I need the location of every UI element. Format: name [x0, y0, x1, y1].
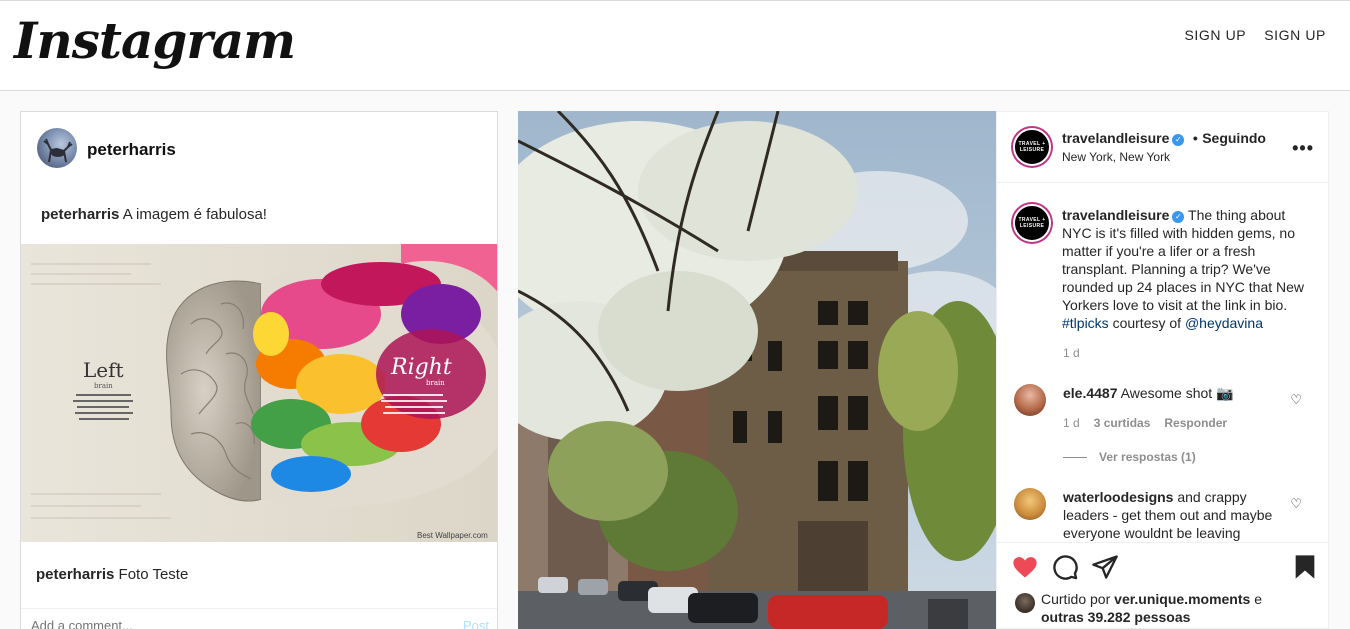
caption-author[interactable]: travelandleisure	[1062, 207, 1169, 223]
like-heart-icon[interactable]	[1011, 553, 1039, 581]
mention-link[interactable]: @heydavina	[1185, 315, 1263, 331]
sign-up-link-2[interactable]: SIGN UP	[1264, 27, 1326, 43]
wallpaper-watermark: Best Wallpaper.com	[417, 531, 488, 540]
left-brain-word: Left	[83, 358, 124, 382]
verified-icon: ✓	[1172, 134, 1185, 146]
post-header: peterharris	[21, 112, 497, 184]
liker-avatar[interactable]	[1015, 593, 1035, 613]
comment-1-reply-button[interactable]: Responder	[1164, 416, 1227, 430]
comment-1-time: 1 d	[1063, 416, 1080, 430]
comment-2-like-icon[interactable]: ♡	[1290, 496, 1302, 512]
view-replies-button[interactable]: Ver respostas (1)	[1063, 450, 1196, 464]
commenter-avatar[interactable]	[1014, 384, 1046, 416]
following-button[interactable]: Seguindo	[1202, 130, 1266, 146]
comment-1-text: Awesome shot 📷	[1117, 385, 1234, 401]
author-line: travelandleisure ✓ • Seguindo	[1062, 130, 1266, 148]
liked-user[interactable]: ver.unique.moments	[1114, 591, 1250, 607]
header-nav: SIGN UP SIGN UP	[1184, 27, 1326, 43]
liked-others[interactable]: outras 39.282 pessoas	[1041, 609, 1190, 625]
comment-1-likes[interactable]: 3 curtidas	[1094, 416, 1151, 430]
post-comment-button[interactable]: Post	[463, 618, 489, 629]
verified-icon-2: ✓	[1172, 211, 1185, 223]
share-icon[interactable]	[1091, 553, 1119, 581]
left-brain-sub: brain	[94, 382, 113, 390]
author-avatar-text: TRAVEL + LEISURE	[1018, 141, 1046, 153]
modal-caption: travelandleisure ✓ The thing about NYC is…	[1062, 206, 1314, 332]
caption-text-2: Foto Teste	[114, 566, 189, 583]
post-caption-top: peterharris A imagem é fabulosa!	[41, 206, 267, 223]
author-avatar[interactable]: TRAVEL + LEISURE	[1013, 128, 1051, 166]
avatar[interactable]	[37, 128, 77, 168]
separator-dot: •	[1192, 130, 1198, 146]
comment-1-username[interactable]: ele.4487	[1063, 385, 1118, 401]
post-username[interactable]: peterharris	[87, 140, 176, 160]
author-username[interactable]: travelandleisure	[1062, 130, 1169, 146]
liked-middle: e	[1250, 591, 1262, 607]
instagram-logo[interactable]: Instagram	[14, 11, 296, 70]
hashtag-link[interactable]: #tlpicks	[1062, 315, 1109, 331]
caption-username[interactable]: peterharris	[41, 206, 119, 223]
divider	[21, 608, 497, 609]
liked-by-text: Curtido por ver.unique.moments e outras …	[1041, 590, 1262, 626]
caption-author-avatar[interactable]: TRAVEL + LEISURE	[1013, 204, 1051, 242]
comment-2-username[interactable]: waterloodesigns	[1063, 489, 1173, 505]
caption-username-2[interactable]: peterharris	[36, 566, 114, 583]
post-image: Left brain Right brain Best Wallpaper.co…	[21, 244, 497, 542]
location-link[interactable]: New York, New York	[1062, 150, 1170, 164]
action-bar: Curtido por ver.unique.moments e outras …	[997, 542, 1328, 628]
post-card: peterharris peterharris A imagem é fabul…	[20, 111, 498, 629]
caption-timestamp: 1 d	[1063, 346, 1080, 360]
comment-icon[interactable]	[1051, 553, 1079, 581]
saved-bookmark-icon[interactable]	[1291, 553, 1319, 581]
view-replies-label: Ver respostas (1)	[1099, 450, 1196, 464]
modal-side-panel: TRAVEL + LEISURE travelandleisure ✓ • Seg…	[996, 111, 1329, 629]
more-options-icon[interactable]: •••	[1292, 138, 1314, 159]
modal-photo[interactable]	[518, 111, 996, 629]
caption-mid: courtesy of	[1108, 315, 1185, 331]
comment-1-meta: 1 d 3 curtidas Responder	[1063, 416, 1227, 430]
comment-input[interactable]	[31, 618, 411, 629]
comment-2: waterloodesigns and crappy leaders - get…	[1063, 488, 1288, 542]
top-header: Instagram SIGN UP SIGN UP	[0, 0, 1350, 91]
caption-avatar-text: TRAVEL + LEISURE	[1018, 217, 1046, 229]
sign-up-link[interactable]: SIGN UP	[1184, 27, 1246, 43]
comment-1-like-icon[interactable]: ♡	[1290, 392, 1302, 408]
liked-prefix: Curtido por	[1041, 591, 1115, 607]
comment-1: ele.4487 Awesome shot 📷	[1063, 384, 1288, 402]
right-brain-word: Right	[390, 355, 452, 380]
modal-header: TRAVEL + LEISURE travelandleisure ✓ • Seg…	[997, 112, 1328, 183]
right-brain-sub: brain	[426, 379, 445, 387]
commenter-avatar-2[interactable]	[1014, 488, 1046, 520]
caption-text: A imagem é fabulosa!	[119, 206, 267, 223]
post-caption-bottom: peterharris Foto Teste	[36, 566, 188, 583]
replies-line	[1063, 456, 1087, 458]
